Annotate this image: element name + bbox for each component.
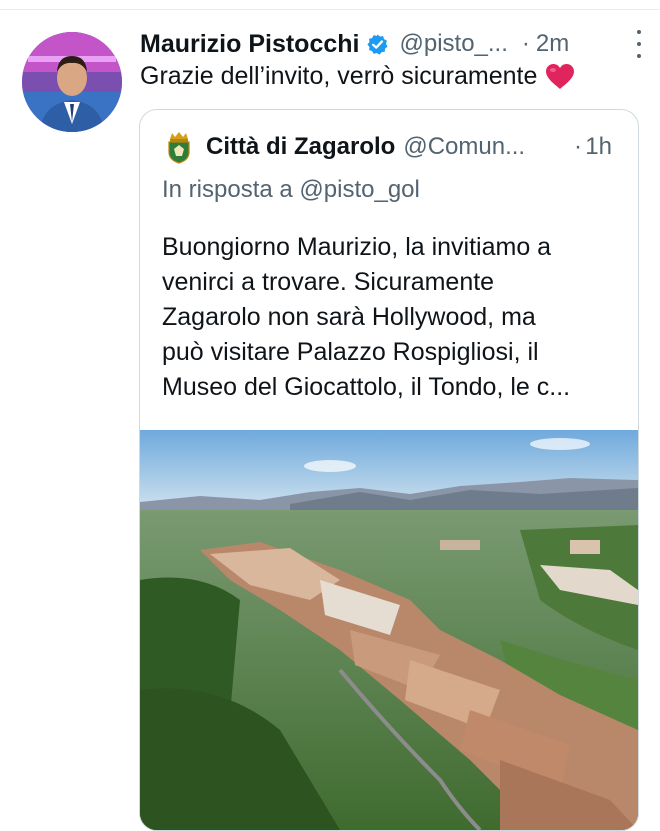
tweet-text-content: Grazie dell’invito, verrò sicuramente bbox=[140, 62, 538, 90]
quoted-text-line: Zagarolo non sarà Hollywood, ma bbox=[162, 303, 536, 331]
quoted-tweet-text: Buongiorno Maurizio, la invitiamo a veni… bbox=[162, 230, 632, 405]
top-divider bbox=[0, 9, 660, 10]
reply-context: In risposta a @pisto_gol bbox=[162, 176, 420, 204]
author-avatar[interactable] bbox=[22, 32, 122, 132]
reply-prefix: In risposta a bbox=[162, 176, 293, 203]
quoted-text-line: venirci a trovare. Sicuramente bbox=[162, 268, 495, 296]
quoted-timestamp[interactable]: 1h bbox=[585, 133, 612, 161]
quoted-text-line: Museo del Giocattolo, il Tondo, le c... bbox=[162, 373, 571, 401]
quoted-tweet-header: Città di Zagarolo @Comun... · 1h bbox=[166, 130, 626, 164]
author-name[interactable]: Maurizio Pistocchi bbox=[140, 30, 359, 59]
quoted-author-handle[interactable]: @Comun... bbox=[403, 133, 525, 161]
quoted-separator-dot: · bbox=[574, 133, 582, 160]
quoted-text-line: può visitare Palazzo Rospigliosi, il bbox=[162, 338, 539, 366]
tweet-header: Maurizio Pistocchi @pisto_... · 2m bbox=[140, 26, 645, 62]
quoted-author-name[interactable]: Città di Zagarolo bbox=[206, 133, 395, 161]
aerial-town-photo[interactable] bbox=[140, 430, 638, 830]
red-heart-emoji-icon bbox=[545, 63, 575, 90]
quoted-text-line: Buongiorno Maurizio, la invitiamo a bbox=[162, 233, 552, 261]
more-options-icon[interactable] bbox=[633, 30, 645, 58]
verified-badge-icon bbox=[366, 33, 389, 56]
quoted-tweet-card[interactable]: Città di Zagarolo @Comun... · 1h In risp… bbox=[139, 109, 639, 831]
reply-to-handle[interactable]: @pisto_gol bbox=[299, 176, 419, 203]
tweet-text: Grazie dell’invito, verrò sicuramente bbox=[140, 62, 575, 91]
municipal-crest-icon[interactable] bbox=[166, 130, 192, 164]
separator-dot: · bbox=[521, 30, 530, 57]
author-handle[interactable]: @pisto_... bbox=[399, 30, 507, 58]
tweet-timestamp[interactable]: 2m bbox=[536, 30, 569, 58]
